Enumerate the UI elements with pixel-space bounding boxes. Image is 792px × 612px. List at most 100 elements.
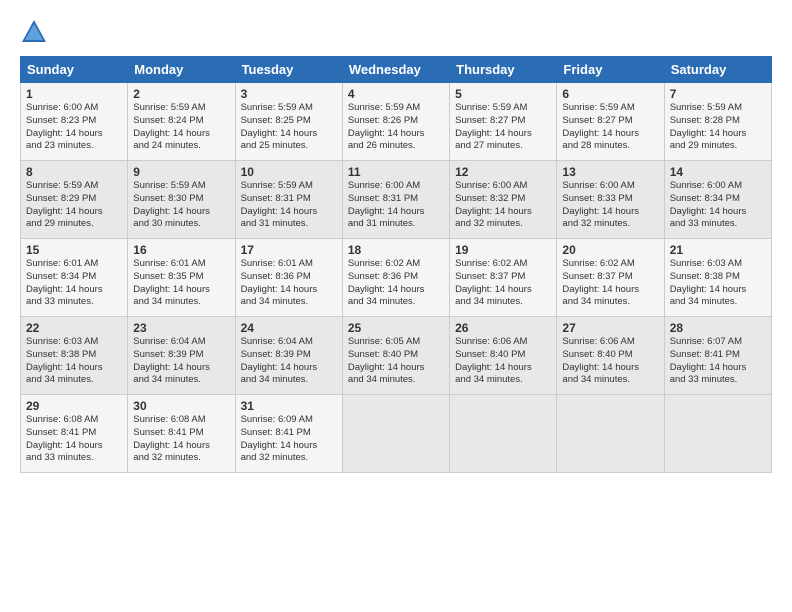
day-cell: 17Sunrise: 6:01 AMSunset: 8:36 PMDayligh… — [235, 239, 342, 317]
calendar-table: SundayMondayTuesdayWednesdayThursdayFrid… — [20, 56, 772, 473]
week-row-4: 22Sunrise: 6:03 AMSunset: 8:38 PMDayligh… — [21, 317, 772, 395]
day-number: 22 — [26, 321, 122, 335]
day-cell: 20Sunrise: 6:02 AMSunset: 8:37 PMDayligh… — [557, 239, 664, 317]
day-cell: 21Sunrise: 6:03 AMSunset: 8:38 PMDayligh… — [664, 239, 771, 317]
day-cell: 8Sunrise: 5:59 AMSunset: 8:29 PMDaylight… — [21, 161, 128, 239]
day-number: 30 — [133, 399, 229, 413]
day-number: 10 — [241, 165, 337, 179]
day-cell — [450, 395, 557, 473]
day-number: 23 — [133, 321, 229, 335]
day-cell: 22Sunrise: 6:03 AMSunset: 8:38 PMDayligh… — [21, 317, 128, 395]
day-cell: 3Sunrise: 5:59 AMSunset: 8:25 PMDaylight… — [235, 83, 342, 161]
day-info: Sunrise: 6:07 AMSunset: 8:41 PMDaylight:… — [670, 336, 747, 385]
day-info: Sunrise: 6:08 AMSunset: 8:41 PMDaylight:… — [26, 414, 103, 463]
day-number: 12 — [455, 165, 551, 179]
day-info: Sunrise: 6:00 AMSunset: 8:32 PMDaylight:… — [455, 180, 532, 229]
day-cell: 29Sunrise: 6:08 AMSunset: 8:41 PMDayligh… — [21, 395, 128, 473]
day-info: Sunrise: 6:00 AMSunset: 8:31 PMDaylight:… — [348, 180, 425, 229]
weekday-header-friday: Friday — [557, 57, 664, 83]
day-cell: 31Sunrise: 6:09 AMSunset: 8:41 PMDayligh… — [235, 395, 342, 473]
day-number: 7 — [670, 87, 766, 101]
day-cell: 26Sunrise: 6:06 AMSunset: 8:40 PMDayligh… — [450, 317, 557, 395]
day-cell: 9Sunrise: 5:59 AMSunset: 8:30 PMDaylight… — [128, 161, 235, 239]
day-cell — [664, 395, 771, 473]
day-info: Sunrise: 6:06 AMSunset: 8:40 PMDaylight:… — [455, 336, 532, 385]
day-number: 8 — [26, 165, 122, 179]
day-cell — [342, 395, 449, 473]
day-cell: 27Sunrise: 6:06 AMSunset: 8:40 PMDayligh… — [557, 317, 664, 395]
day-number: 5 — [455, 87, 551, 101]
day-cell: 23Sunrise: 6:04 AMSunset: 8:39 PMDayligh… — [128, 317, 235, 395]
day-info: Sunrise: 5:59 AMSunset: 8:30 PMDaylight:… — [133, 180, 210, 229]
week-row-5: 29Sunrise: 6:08 AMSunset: 8:41 PMDayligh… — [21, 395, 772, 473]
day-cell: 15Sunrise: 6:01 AMSunset: 8:34 PMDayligh… — [21, 239, 128, 317]
logo — [20, 18, 52, 46]
day-info: Sunrise: 5:59 AMSunset: 8:27 PMDaylight:… — [562, 102, 639, 151]
day-info: Sunrise: 6:02 AMSunset: 8:37 PMDaylight:… — [455, 258, 532, 307]
day-info: Sunrise: 6:00 AMSunset: 8:23 PMDaylight:… — [26, 102, 103, 151]
day-number: 19 — [455, 243, 551, 257]
week-row-2: 8Sunrise: 5:59 AMSunset: 8:29 PMDaylight… — [21, 161, 772, 239]
day-info: Sunrise: 6:01 AMSunset: 8:35 PMDaylight:… — [133, 258, 210, 307]
day-number: 25 — [348, 321, 444, 335]
logo-icon — [20, 18, 48, 46]
day-info: Sunrise: 6:03 AMSunset: 8:38 PMDaylight:… — [670, 258, 747, 307]
day-cell: 18Sunrise: 6:02 AMSunset: 8:36 PMDayligh… — [342, 239, 449, 317]
day-cell: 24Sunrise: 6:04 AMSunset: 8:39 PMDayligh… — [235, 317, 342, 395]
day-info: Sunrise: 5:59 AMSunset: 8:25 PMDaylight:… — [241, 102, 318, 151]
day-info: Sunrise: 5:59 AMSunset: 8:24 PMDaylight:… — [133, 102, 210, 151]
day-number: 20 — [562, 243, 658, 257]
day-cell: 16Sunrise: 6:01 AMSunset: 8:35 PMDayligh… — [128, 239, 235, 317]
day-cell: 10Sunrise: 5:59 AMSunset: 8:31 PMDayligh… — [235, 161, 342, 239]
weekday-header-sunday: Sunday — [21, 57, 128, 83]
day-cell: 5Sunrise: 5:59 AMSunset: 8:27 PMDaylight… — [450, 83, 557, 161]
day-number: 16 — [133, 243, 229, 257]
day-info: Sunrise: 6:01 AMSunset: 8:36 PMDaylight:… — [241, 258, 318, 307]
day-info: Sunrise: 6:03 AMSunset: 8:38 PMDaylight:… — [26, 336, 103, 385]
weekday-header-monday: Monday — [128, 57, 235, 83]
day-number: 15 — [26, 243, 122, 257]
weekday-header-row: SundayMondayTuesdayWednesdayThursdayFrid… — [21, 57, 772, 83]
day-info: Sunrise: 6:04 AMSunset: 8:39 PMDaylight:… — [133, 336, 210, 385]
day-info: Sunrise: 5:59 AMSunset: 8:31 PMDaylight:… — [241, 180, 318, 229]
day-info: Sunrise: 6:02 AMSunset: 8:37 PMDaylight:… — [562, 258, 639, 307]
day-number: 6 — [562, 87, 658, 101]
day-number: 28 — [670, 321, 766, 335]
day-number: 21 — [670, 243, 766, 257]
day-cell: 13Sunrise: 6:00 AMSunset: 8:33 PMDayligh… — [557, 161, 664, 239]
day-info: Sunrise: 5:59 AMSunset: 8:26 PMDaylight:… — [348, 102, 425, 151]
weekday-header-thursday: Thursday — [450, 57, 557, 83]
day-cell: 30Sunrise: 6:08 AMSunset: 8:41 PMDayligh… — [128, 395, 235, 473]
weekday-header-wednesday: Wednesday — [342, 57, 449, 83]
day-info: Sunrise: 6:01 AMSunset: 8:34 PMDaylight:… — [26, 258, 103, 307]
day-number: 11 — [348, 165, 444, 179]
day-number: 24 — [241, 321, 337, 335]
day-info: Sunrise: 6:05 AMSunset: 8:40 PMDaylight:… — [348, 336, 425, 385]
day-number: 31 — [241, 399, 337, 413]
day-info: Sunrise: 6:00 AMSunset: 8:33 PMDaylight:… — [562, 180, 639, 229]
day-info: Sunrise: 6:06 AMSunset: 8:40 PMDaylight:… — [562, 336, 639, 385]
week-row-3: 15Sunrise: 6:01 AMSunset: 8:34 PMDayligh… — [21, 239, 772, 317]
day-info: Sunrise: 6:09 AMSunset: 8:41 PMDaylight:… — [241, 414, 318, 463]
weekday-header-tuesday: Tuesday — [235, 57, 342, 83]
day-cell: 12Sunrise: 6:00 AMSunset: 8:32 PMDayligh… — [450, 161, 557, 239]
page-header — [20, 18, 772, 46]
day-number: 18 — [348, 243, 444, 257]
day-info: Sunrise: 6:08 AMSunset: 8:41 PMDaylight:… — [133, 414, 210, 463]
day-cell: 1Sunrise: 6:00 AMSunset: 8:23 PMDaylight… — [21, 83, 128, 161]
day-cell: 19Sunrise: 6:02 AMSunset: 8:37 PMDayligh… — [450, 239, 557, 317]
week-row-1: 1Sunrise: 6:00 AMSunset: 8:23 PMDaylight… — [21, 83, 772, 161]
day-cell — [557, 395, 664, 473]
day-info: Sunrise: 6:02 AMSunset: 8:36 PMDaylight:… — [348, 258, 425, 307]
day-info: Sunrise: 6:00 AMSunset: 8:34 PMDaylight:… — [670, 180, 747, 229]
day-cell: 2Sunrise: 5:59 AMSunset: 8:24 PMDaylight… — [128, 83, 235, 161]
day-number: 29 — [26, 399, 122, 413]
day-number: 14 — [670, 165, 766, 179]
day-number: 13 — [562, 165, 658, 179]
day-cell: 25Sunrise: 6:05 AMSunset: 8:40 PMDayligh… — [342, 317, 449, 395]
day-cell: 14Sunrise: 6:00 AMSunset: 8:34 PMDayligh… — [664, 161, 771, 239]
day-number: 17 — [241, 243, 337, 257]
day-number: 27 — [562, 321, 658, 335]
day-info: Sunrise: 5:59 AMSunset: 8:29 PMDaylight:… — [26, 180, 103, 229]
day-number: 26 — [455, 321, 551, 335]
